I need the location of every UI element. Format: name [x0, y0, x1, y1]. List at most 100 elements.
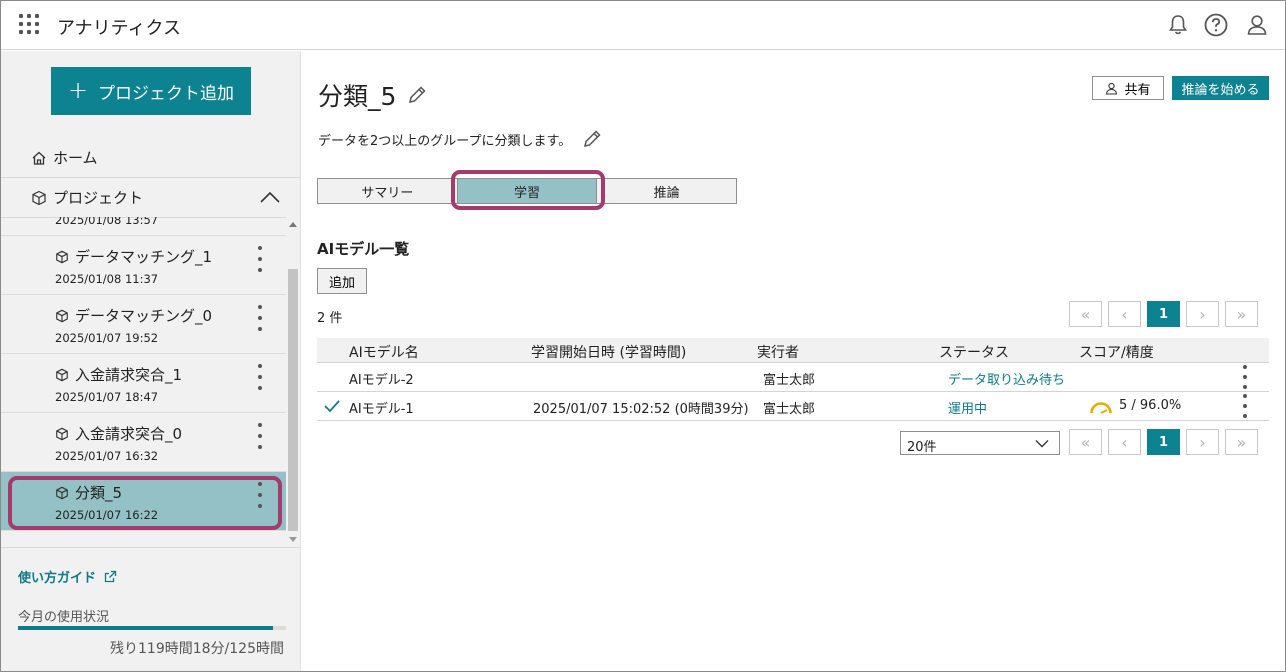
project-name-wrap: データマッチング_1 — [55, 246, 212, 267]
gauge-icon — [1090, 402, 1112, 414]
page-title: 分類_5 — [318, 82, 397, 111]
check-icon — [324, 400, 340, 413]
share-button[interactable]: 共有 — [1092, 76, 1164, 100]
cell-model-name: AIモデル-1 — [349, 402, 414, 417]
project-name: データマッチング_1 — [75, 248, 213, 266]
result-count: 2 件 — [317, 311, 343, 326]
cube-icon — [56, 368, 68, 381]
cell-runner: 富士太郎 — [763, 373, 816, 388]
cell-status[interactable]: データ取り込み待ち — [948, 369, 1065, 388]
user-icon — [1106, 82, 1118, 95]
col-score[interactable]: スコア/精度 — [1079, 342, 1154, 362]
sidebar: + プロジェクト追加 ホーム プロジェクト 2025/01/08 13:57 デ… — [1, 51, 301, 671]
add-model-button[interactable]: 追加 — [317, 268, 367, 294]
more-vertical-icon[interactable] — [254, 305, 266, 331]
usage-guide-link[interactable]: 使い方ガイド — [18, 567, 117, 586]
divider — [1, 177, 301, 178]
tab-highlight — [451, 170, 605, 210]
tab-inference[interactable]: 推論 — [597, 179, 737, 203]
pagination-bottom: « ‹ 1 › » — [1069, 429, 1258, 455]
cube-icon — [56, 250, 68, 263]
nav-projects[interactable]: プロジェクト — [31, 187, 143, 208]
project-date: 2025/01/08 13:57 — [55, 217, 159, 227]
nav-home[interactable]: ホーム — [31, 147, 98, 168]
bell-icon[interactable] — [1165, 12, 1191, 38]
more-vertical-icon[interactable] — [254, 423, 266, 449]
app-header: アナリティクス — [1, 1, 1285, 50]
more-vertical-icon[interactable] — [1241, 365, 1249, 389]
next-page-icon[interactable]: › — [1186, 301, 1219, 327]
scroll-up-icon[interactable] — [289, 222, 297, 227]
project-date: 2025/01/08 11:37 — [55, 272, 159, 286]
first-page-icon[interactable]: « — [1069, 429, 1102, 455]
chevron-up-icon[interactable] — [259, 189, 281, 205]
sidebar-scrollbar[interactable] — [286, 217, 300, 547]
project-item[interactable]: データマッチング_0 2025/01/07 19:52 — [1, 295, 286, 354]
project-name-wrap: 入金請求突合_1 — [55, 364, 182, 385]
more-vertical-icon[interactable] — [254, 246, 266, 272]
col-model-name[interactable]: AIモデル名 — [349, 342, 419, 362]
add-project-button[interactable]: + プロジェクト追加 — [51, 67, 251, 115]
app-title: アナリティクス — [57, 18, 182, 39]
model-table: AIモデル名 学習開始日時 (学習時間) 実行者 ステータス スコア/精度 AI… — [317, 338, 1269, 421]
page-number[interactable]: 1 — [1147, 301, 1180, 327]
selection-highlight — [8, 476, 282, 530]
more-vertical-icon[interactable] — [1241, 394, 1249, 418]
tab-summary[interactable]: サマリー — [318, 179, 458, 203]
chevron-down-icon — [1035, 440, 1049, 448]
page-title-wrap: 分類_5 — [318, 77, 428, 113]
cube-icon — [56, 309, 68, 322]
usage-remaining: 残り119時間18分/125時間 — [110, 641, 284, 657]
last-page-icon[interactable]: » — [1225, 429, 1258, 455]
pagination-top: « ‹ 1 › » — [1069, 301, 1258, 327]
add-project-label: プロジェクト追加 — [98, 83, 235, 104]
page-size-select[interactable]: 20件 — [900, 431, 1060, 455]
cell-runner: 富士太郎 — [763, 402, 816, 417]
nav-projects-label: プロジェクト — [53, 189, 144, 207]
more-vertical-icon[interactable] — [254, 364, 266, 390]
table-row[interactable]: AIモデル-2 富士太郎 データ取り込み待ち — [317, 363, 1269, 392]
guide-label: 使い方ガイド — [18, 571, 97, 586]
usage-label: 今月の使用状況 — [18, 610, 110, 625]
col-runner[interactable]: 実行者 — [757, 342, 799, 362]
project-date: 2025/01/07 16:32 — [55, 449, 159, 463]
page-number[interactable]: 1 — [1147, 429, 1180, 455]
next-page-icon[interactable]: › — [1186, 429, 1219, 455]
share-label: 共有 — [1124, 82, 1151, 98]
project-item[interactable]: 入金請求突合_0 2025/01/07 16:32 — [1, 413, 286, 472]
table-header: AIモデル名 学習開始日時 (学習時間) 実行者 ステータス スコア/精度 — [317, 338, 1269, 363]
project-name-wrap: 入金請求突合_0 — [55, 423, 182, 444]
col-start-time[interactable]: 学習開始日時 (学習時間) — [531, 342, 686, 362]
project-date: 2025/01/07 19:52 — [55, 331, 159, 345]
prev-page-icon[interactable]: ‹ — [1108, 301, 1141, 327]
table-row[interactable]: AIモデル-1 2025/01/07 15:02:52 (0時間39分) 富士太… — [317, 392, 1269, 421]
usage-progress-fill — [18, 626, 273, 630]
section-title: AIモデル一覧 — [317, 240, 410, 258]
plus-icon: + — [67, 76, 89, 104]
cell-status[interactable]: 運用中 — [948, 398, 987, 417]
start-inference-button[interactable]: 推論を始める — [1172, 76, 1269, 100]
col-status[interactable]: ステータス — [939, 342, 1009, 362]
project-item[interactable]: 2025/01/08 13:57 — [1, 217, 286, 236]
last-page-icon[interactable]: » — [1225, 301, 1258, 327]
cell-score: 5 / 96.0% — [1119, 398, 1182, 413]
project-name: 入金請求突合_1 — [75, 366, 183, 384]
scroll-down-icon[interactable] — [289, 537, 297, 542]
scroll-thumb[interactable] — [288, 269, 298, 531]
prev-page-icon[interactable]: ‹ — [1108, 429, 1141, 455]
project-name: データマッチング_0 — [75, 307, 213, 325]
project-item[interactable]: 入金請求突合_1 2025/01/07 18:47 — [1, 354, 286, 413]
nav-home-label: ホーム — [53, 149, 98, 167]
pencil-icon[interactable] — [406, 84, 428, 106]
project-item[interactable]: データマッチング_1 2025/01/08 11:37 — [1, 236, 286, 295]
pencil-icon[interactable] — [581, 128, 603, 150]
cube-icon — [56, 427, 68, 440]
description-wrap: データを2つ以上のグループに分類します。 — [318, 128, 603, 150]
help-icon[interactable] — [1203, 12, 1229, 38]
user-icon[interactable] — [1244, 12, 1270, 38]
apps-grid-icon[interactable] — [19, 14, 41, 36]
cell-start-time: 2025/01/07 15:02:52 (0時間39分) — [533, 402, 749, 417]
project-name-wrap: データマッチング_0 — [55, 305, 212, 326]
cube-icon — [32, 190, 46, 205]
first-page-icon[interactable]: « — [1069, 301, 1102, 327]
